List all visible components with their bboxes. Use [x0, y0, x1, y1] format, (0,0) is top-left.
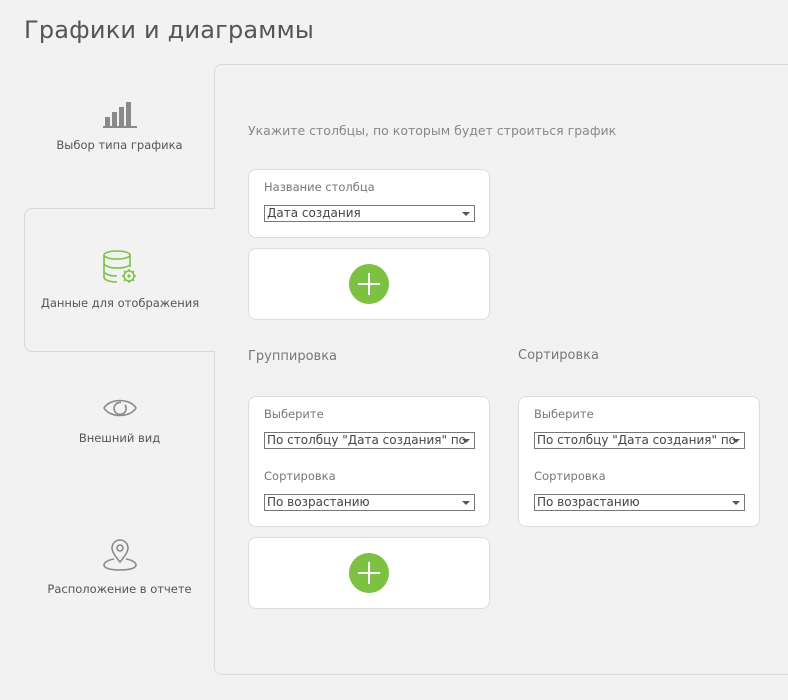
map-pin-icon — [102, 538, 138, 572]
sorting-card: Выберите По столбцу "Дата создания" по С… — [518, 396, 760, 527]
grouping-sort-label: Сортировка — [264, 469, 336, 483]
database-settings-icon — [102, 250, 138, 284]
chevron-down-icon — [732, 439, 740, 443]
instruction-text: Укажите столбцы, по которым будет строит… — [248, 123, 617, 138]
add-column-card — [248, 248, 490, 320]
page-title: Графики и диаграммы — [24, 16, 315, 44]
step-label: Внешний вид — [78, 431, 161, 445]
select-value: Дата создания — [267, 206, 361, 220]
add-column-button[interactable] — [349, 264, 389, 304]
bar-chart-icon — [102, 100, 137, 128]
step-label: Выбор типа графика — [56, 138, 183, 152]
eye-icon — [102, 395, 138, 421]
select-value: По столбцу "Дата создания" по — [537, 433, 737, 447]
sorting-title: Сортировка — [518, 348, 599, 363]
step-placement[interactable]: Расположение в отчете — [24, 538, 215, 638]
chevron-down-icon — [462, 439, 470, 443]
grouping-title: Группировка — [248, 349, 338, 364]
select-value: По возрастанию — [267, 495, 370, 509]
column-name-label: Название столбца — [264, 180, 375, 194]
chevron-down-icon — [732, 501, 740, 505]
column-select[interactable]: Дата создания — [264, 205, 475, 222]
step-label: Данные для отображения — [40, 296, 200, 310]
grouping-column-select[interactable]: По столбцу "Дата создания" по — [264, 432, 475, 449]
column-card: Название столбца Дата создания — [248, 169, 490, 238]
step-chart-type[interactable]: Выбор типа графика — [24, 100, 215, 200]
step-label: Расположение в отчете — [47, 582, 192, 596]
sorting-select-label: Выберите — [534, 407, 594, 421]
grouping-sort-select[interactable]: По возрастанию — [264, 494, 475, 511]
sorting-column-select[interactable]: По столбцу "Дата создания" по — [534, 432, 745, 449]
select-value: По столбцу "Дата создания" по — [267, 433, 467, 447]
sorting-sort-select[interactable]: По возрастанию — [534, 494, 745, 511]
grouping-select-label: Выберите — [264, 407, 324, 421]
add-grouping-button[interactable] — [349, 553, 389, 593]
step-data[interactable]: Данные для отображения — [24, 208, 215, 352]
chevron-down-icon — [462, 501, 470, 505]
sorting-sort-label: Сортировка — [534, 469, 606, 483]
add-grouping-card — [248, 537, 490, 609]
grouping-card: Выберите По столбцу "Дата создания" по С… — [248, 396, 490, 527]
step-appearance[interactable]: Внешний вид — [24, 395, 215, 495]
select-value: По возрастанию — [537, 495, 640, 509]
chevron-down-icon — [462, 212, 470, 216]
